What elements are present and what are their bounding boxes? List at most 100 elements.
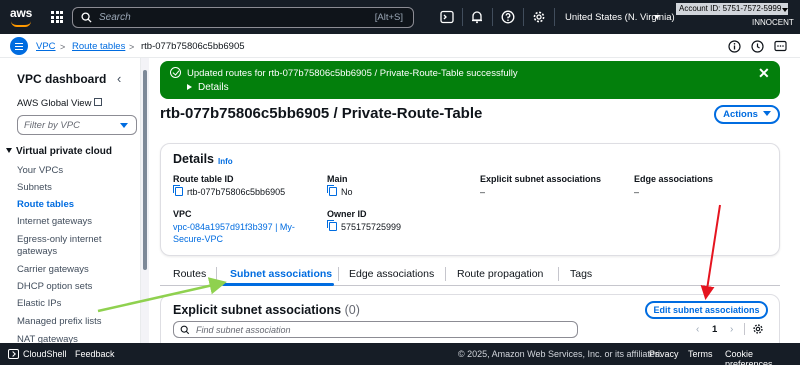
- nav-divider: [462, 8, 463, 26]
- info-icon[interactable]: [728, 40, 741, 53]
- caret-right-icon: [187, 84, 192, 90]
- side-nav-toggle-button[interactable]: [10, 37, 28, 55]
- details-container: [160, 143, 780, 256]
- nav-divider: [492, 8, 493, 26]
- explicit-subnet-associations-value: –: [480, 187, 486, 197]
- find-placeholder: Find subnet association: [196, 325, 291, 335]
- edge-associations-label: Edge associations: [634, 174, 714, 184]
- account-user-name[interactable]: INNOCENT: [752, 18, 794, 27]
- owner-id-label: Owner ID: [327, 209, 367, 219]
- actions-caret-down-icon: [762, 111, 771, 116]
- account-menu[interactable]: Account ID: 5751-7572-5999: [676, 3, 788, 15]
- panel-heading-text: Explicit subnet associations: [173, 303, 342, 317]
- footer-copyright: © 2025, Amazon Web Services, Inc. or its…: [458, 349, 662, 359]
- region-chevron-down-icon[interactable]: [654, 15, 660, 19]
- flash-details-toggle[interactable]: Details: [187, 82, 229, 93]
- feedback-icon[interactable]: [774, 40, 787, 53]
- footer-privacy-link[interactable]: Privacy: [649, 349, 679, 359]
- pagination-page-number[interactable]: 1: [712, 324, 717, 335]
- main-text: No: [341, 187, 353, 197]
- copy-icon[interactable]: [173, 185, 183, 196]
- tab-route-propagation[interactable]: Route propagation: [457, 268, 543, 280]
- account-chevron-down-icon[interactable]: [782, 8, 788, 12]
- search-input[interactable]: Search [Alt+S]: [72, 7, 414, 28]
- services-grid-icon[interactable]: [51, 11, 63, 23]
- search-placeholder: Search: [99, 12, 131, 23]
- sidebar-item-route-tables[interactable]: Route tables: [17, 199, 112, 211]
- pagination-next-icon[interactable]: ›: [730, 324, 733, 335]
- footer-cookie-preferences-link[interactable]: Cookie preferences: [725, 349, 800, 365]
- pagination-divider: [744, 323, 745, 335]
- notifications-bell-icon[interactable]: [470, 10, 484, 24]
- preferences-gear-icon[interactable]: [752, 323, 764, 335]
- sidebar-section-virtual-private-cloud[interactable]: Virtual private cloud: [6, 146, 112, 157]
- actions-button[interactable]: Actions: [714, 105, 780, 124]
- footer-terms-link[interactable]: Terms: [688, 349, 713, 359]
- filter-by-vpc-select[interactable]: Filter by VPC: [17, 115, 137, 135]
- find-subnet-association-input[interactable]: Find subnet association: [173, 321, 578, 338]
- sidebar-item-your-vpcs[interactable]: Your VPCs: [17, 165, 112, 177]
- vpc-link-line2[interactable]: Secure-VPC: [173, 234, 223, 244]
- main-label: Main: [327, 174, 348, 184]
- copy-icon[interactable]: [327, 220, 337, 231]
- top-navigation: aws Search [Alt+S] United States (N. Vir…: [0, 0, 800, 34]
- search-icon: [180, 325, 190, 335]
- search-shortcut: [Alt+S]: [374, 12, 403, 23]
- active-tab-indicator: [222, 283, 334, 286]
- sidebar-item-egress-only-internet-gateways[interactable]: Egress-only internet gateways: [17, 234, 112, 258]
- sidebar-item-elastic-ips[interactable]: Elastic IPs: [17, 298, 112, 310]
- edge-associations-value: –: [634, 187, 640, 197]
- sidebar-item-subnets[interactable]: Subnets: [17, 182, 112, 194]
- cloudshell-icon[interactable]: [8, 349, 19, 359]
- external-link-icon: [94, 98, 103, 106]
- sidebar-item-nat-gateways[interactable]: NAT gateways: [17, 334, 112, 343]
- breadcrumb-separator-icon: >: [129, 42, 135, 52]
- copy-icon[interactable]: [327, 185, 337, 196]
- tab-routes[interactable]: Routes: [173, 268, 206, 280]
- footer-cloudshell-link[interactable]: CloudShell: [23, 349, 67, 359]
- aws-logo-text: aws: [10, 6, 33, 20]
- owner-id-value: 575175725999: [327, 220, 401, 232]
- global-view-label: AWS Global View: [17, 98, 92, 109]
- sidebar-global-view-link[interactable]: AWS Global View: [17, 98, 103, 109]
- recent-history-icon[interactable]: [751, 40, 764, 53]
- footer-bar: CloudShell Feedback © 2025, Amazon Web S…: [0, 343, 800, 365]
- tab-subnet-associations[interactable]: Subnet associations: [230, 268, 332, 280]
- edit-subnet-associations-button[interactable]: Edit subnet associations: [645, 301, 768, 319]
- search-icon: [81, 12, 92, 23]
- breadcrumb-separator-icon: >: [60, 42, 66, 52]
- aws-logo[interactable]: aws: [10, 6, 36, 28]
- cloudshell-icon[interactable]: [440, 10, 454, 24]
- main-value: No: [327, 185, 353, 197]
- tab-divider: [216, 267, 217, 281]
- sidebar-item-carrier-gateways[interactable]: Carrier gateways: [17, 264, 112, 276]
- sidebar-close-icon[interactable]: ‹: [117, 71, 121, 86]
- route-table-id-label: Route table ID: [173, 174, 234, 184]
- sidebar-item-dhcp-option-sets[interactable]: DHCP option sets: [17, 281, 112, 293]
- pagination-previous-icon[interactable]: ‹: [696, 324, 699, 335]
- tab-edge-associations[interactable]: Edge associations: [349, 268, 434, 280]
- flash-details-label: Details: [198, 82, 229, 93]
- tab-tags[interactable]: Tags: [570, 268, 592, 280]
- sidebar-item-managed-prefix-lists[interactable]: Managed prefix lists: [17, 316, 112, 328]
- tab-divider: [338, 267, 339, 281]
- sidebar-item-internet-gateways[interactable]: Internet gateways: [17, 216, 112, 228]
- vpc-label: VPC: [173, 209, 192, 219]
- breadcrumb-route-tables[interactable]: Route tables: [72, 41, 125, 52]
- settings-gear-icon[interactable]: [532, 10, 546, 24]
- sidebar-scrollbar-thumb[interactable]: [143, 70, 147, 270]
- filter-placeholder: Filter by VPC: [24, 120, 80, 131]
- page-title: rtb-077b75806c5bb6905 / Private-Route-Ta…: [160, 105, 483, 122]
- help-icon[interactable]: [501, 10, 515, 24]
- vpc-link[interactable]: vpc-084a1957d91f3b397 | My-: [173, 222, 295, 232]
- sidebar-title[interactable]: VPC dashboard: [17, 72, 106, 86]
- breadcrumb-vpc[interactable]: VPC: [36, 41, 56, 52]
- tab-divider: [445, 267, 446, 281]
- filter-chevron-down-icon: [120, 123, 128, 128]
- details-heading: Details: [173, 152, 214, 166]
- nav-divider: [554, 8, 555, 26]
- route-table-id-value: rtb-077b75806c5bb6905: [173, 185, 285, 197]
- footer-feedback-link[interactable]: Feedback: [75, 349, 115, 359]
- flash-close-icon[interactable]: ✕: [758, 65, 770, 82]
- details-info-link[interactable]: Info: [218, 157, 233, 166]
